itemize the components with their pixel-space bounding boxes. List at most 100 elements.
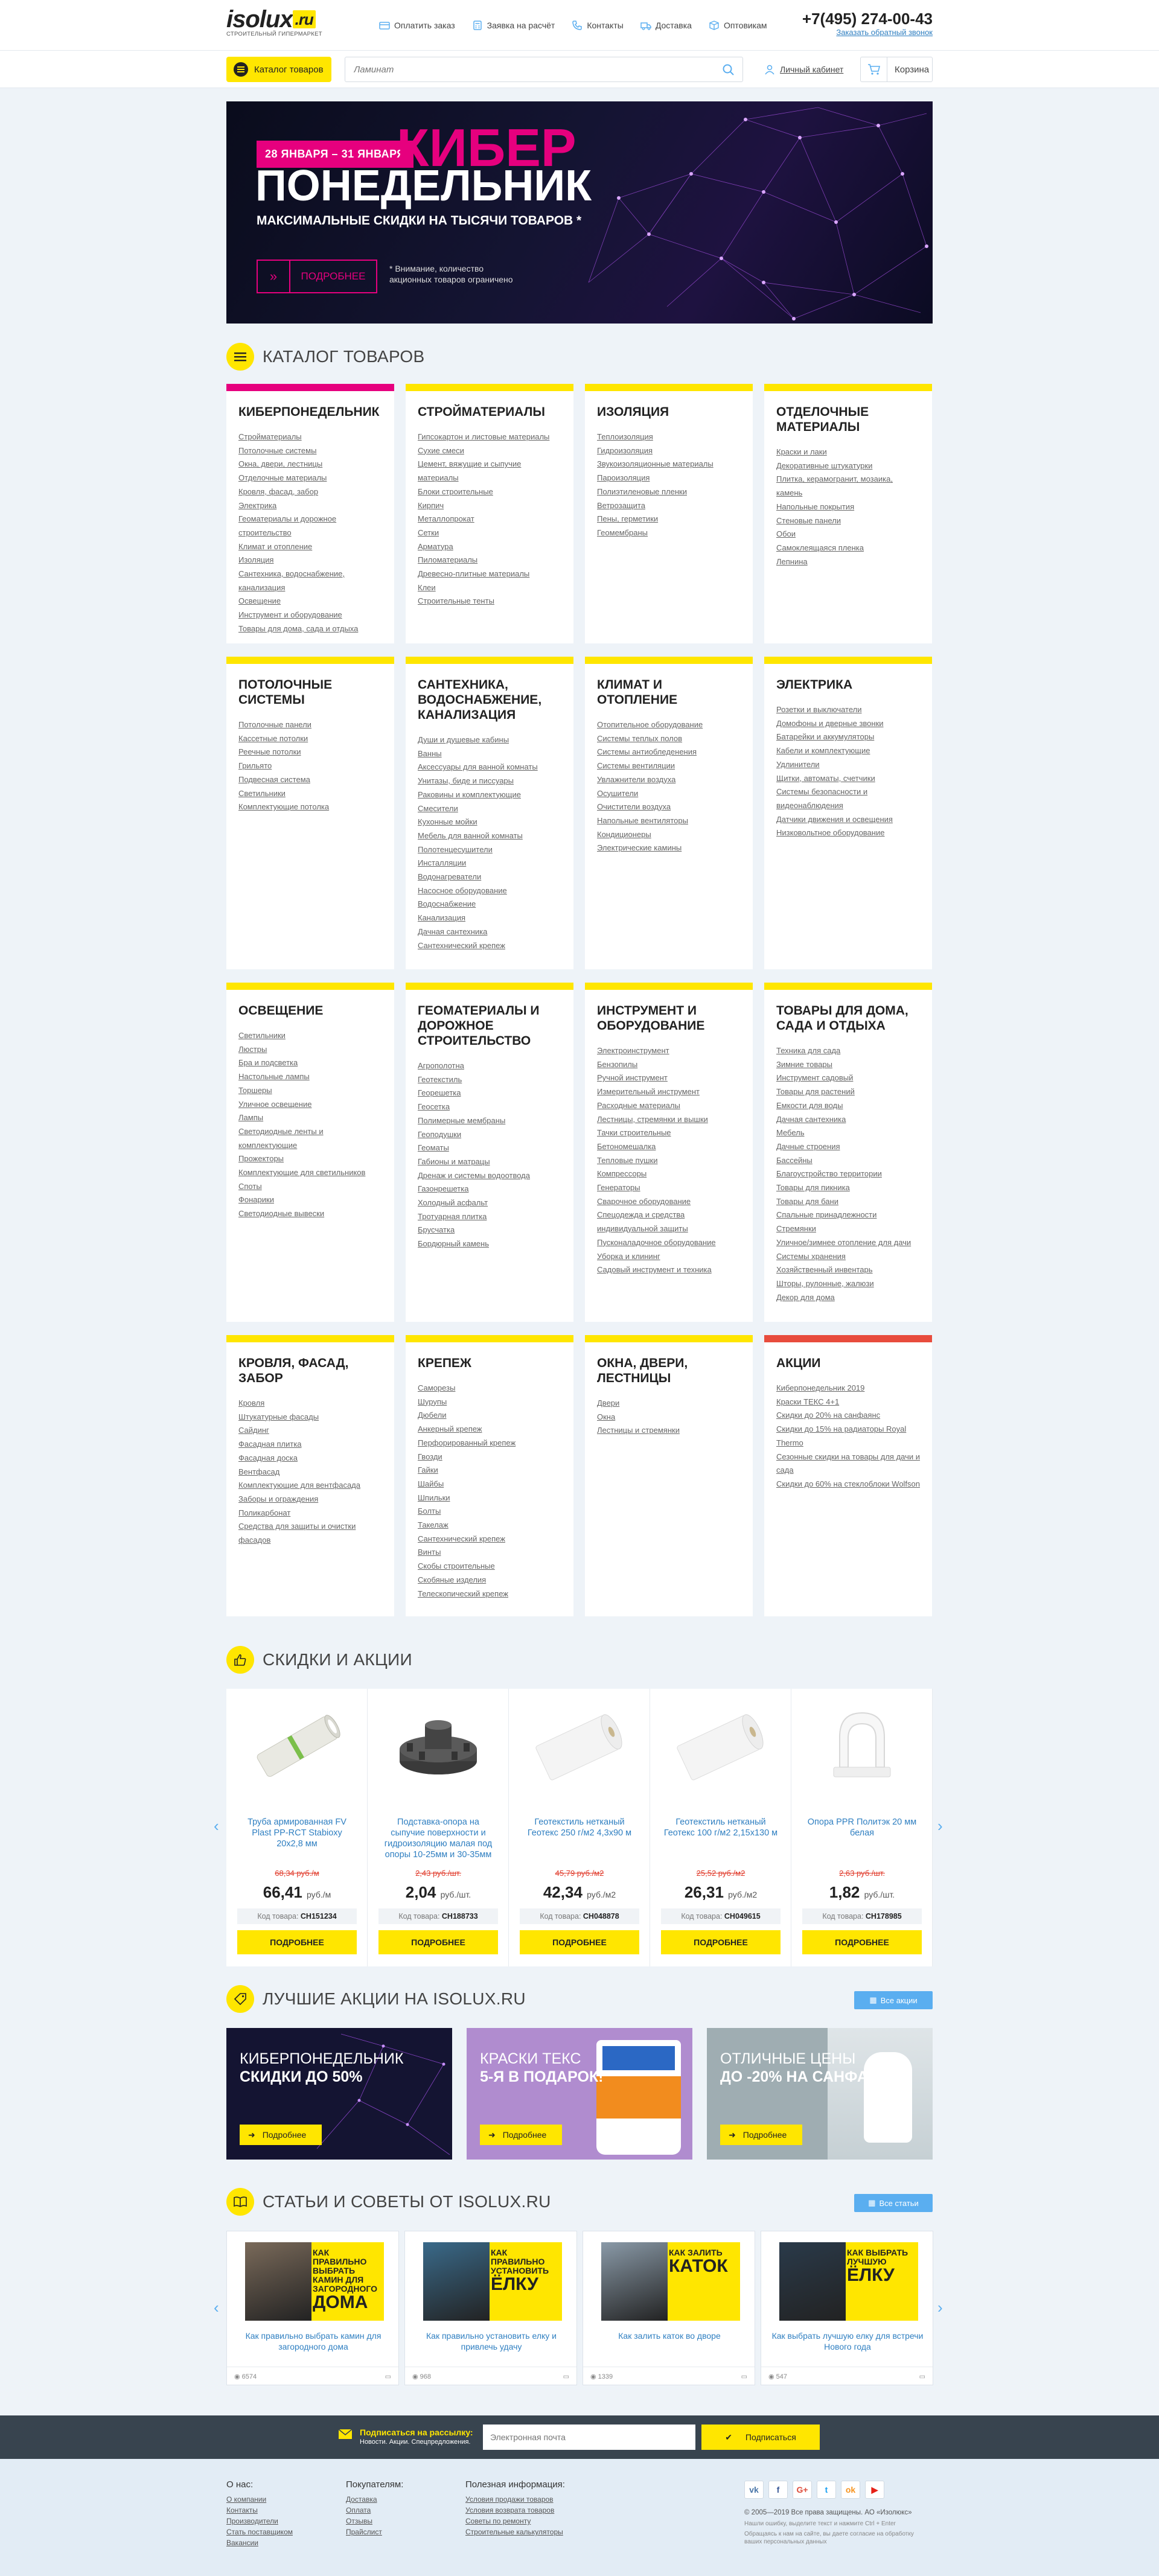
catalog-link[interactable]: Самоклеящаяся пленка xyxy=(776,541,920,555)
product-card[interactable]: Геотекстиль нетканый Геотекс 100 г/м2 2,… xyxy=(650,1689,791,1966)
catalog-link[interactable]: Домофоны и дверные звонки xyxy=(776,717,920,731)
footer-link[interactable]: Оплата xyxy=(346,2505,403,2516)
catalog-link[interactable]: Двери xyxy=(597,1397,741,1411)
catalog-link[interactable]: Уборка и клининг xyxy=(597,1250,741,1264)
catalog-link[interactable]: Насосное оборудование xyxy=(418,884,561,898)
catalog-link[interactable]: Габионы и матрацы xyxy=(418,1155,561,1169)
catalog-link[interactable]: Светодиодные ленты и комплектующие xyxy=(238,1125,382,1152)
search-icon[interactable] xyxy=(722,63,735,77)
catalog-link[interactable]: Аксессуары для ванной комнаты xyxy=(418,760,561,774)
catalog-link[interactable]: Звукоизоляционные материалы xyxy=(597,457,741,471)
promo-card[interactable]: ОТЛИЧНЫЕ ЦЕНЫ ДО -20% НА САНФАЯНС ➜ Подроб… xyxy=(707,2028,933,2160)
catalog-link[interactable]: Тачки строительные xyxy=(597,1126,741,1140)
catalog-link[interactable]: Кабели и комплектующие xyxy=(776,744,920,758)
article-card[interactable]: КАК ПРАВИЛЬНО ВЫБРАТЬ КАМИН ДЛЯ ЗАГОРОДН… xyxy=(226,2231,399,2385)
product-name[interactable]: Геотекстиль нетканый Геотекс 100 г/м2 2,… xyxy=(662,1817,779,1838)
catalog-link[interactable]: Скидки до 60% на стеклоблоки Wolfson xyxy=(776,1478,920,1491)
next-arrow-icon[interactable]: › xyxy=(937,2298,943,2317)
product-name[interactable]: Опора PPR Политэк 20 мм белая xyxy=(803,1817,921,1838)
article-title[interactable]: Как выбрать лучшую елку для встречи Ново… xyxy=(771,2330,924,2352)
odnoklassniki-icon[interactable]: ok xyxy=(841,2481,860,2499)
article-title[interactable]: Как залить каток во дворе xyxy=(593,2330,746,2341)
catalog-link[interactable]: Агрополотна xyxy=(418,1059,561,1073)
catalog-link[interactable]: Емкости для воды xyxy=(776,1099,920,1113)
catalog-link[interactable]: Сезонные скидки на товары для дачи и сад… xyxy=(776,1450,920,1478)
footer-link[interactable]: Стать поставщиком xyxy=(226,2527,293,2537)
catalog-link[interactable]: Люстры xyxy=(238,1043,382,1057)
nav-pay-order[interactable]: Оплатить заказ xyxy=(379,18,455,33)
catalog-link[interactable]: Водоснабжение xyxy=(418,897,561,911)
catalog-link[interactable]: Уличное/зимнее отопление для дачи xyxy=(776,1236,920,1250)
catalog-link[interactable]: Щитки, автоматы, счетчики xyxy=(776,772,920,786)
catalog-link[interactable]: Системы безопасности и видеонаблюдения xyxy=(776,785,920,812)
catalog-link[interactable]: Фасадная плитка xyxy=(238,1438,382,1452)
catalog-link[interactable]: Пены, герметики xyxy=(597,512,741,526)
catalog-link[interactable]: Товары для бани xyxy=(776,1195,920,1209)
catalog-link[interactable]: Шайбы xyxy=(418,1478,561,1491)
article-image[interactable]: КАК ЗАЛИТЬ КАТОК xyxy=(601,2242,740,2321)
site-logo[interactable]: isolux .ru СТРОИТЕЛЬНЫЙ ГИПЕРМАРКЕТ xyxy=(226,6,347,42)
catalog-card-title[interactable]: КРОВЛЯ, ФАСАД, ЗАБОР xyxy=(226,1342,394,1393)
catalog-link[interactable]: Смесители xyxy=(418,802,561,816)
catalog-link[interactable]: Сантехника, водоснабжение, канализация xyxy=(238,567,382,595)
catalog-link[interactable]: Ручной инструмент xyxy=(597,1071,741,1085)
catalog-link[interactable]: Инструмент садовый xyxy=(776,1071,920,1085)
catalog-link[interactable]: Сантехнический крепеж xyxy=(418,1532,561,1546)
catalog-link[interactable]: Блоки строительные xyxy=(418,485,561,499)
product-card[interactable]: Геотекстиль нетканый Геотекс 250 г/м2 4,… xyxy=(509,1689,650,1966)
catalog-link[interactable]: Шурупы xyxy=(418,1395,561,1409)
catalog-link[interactable]: Потолочные системы xyxy=(238,444,382,458)
catalog-link[interactable]: Кровля xyxy=(238,1397,382,1411)
catalog-link[interactable]: Сантехнический крепеж xyxy=(418,939,561,953)
catalog-link[interactable]: Комплектующие для вентфасада xyxy=(238,1479,382,1493)
catalog-link[interactable]: Комплектующие для светильников xyxy=(238,1166,382,1180)
catalog-link[interactable]: Штукатурные фасады xyxy=(238,1411,382,1424)
catalog-link[interactable]: Увлажнители воздуха xyxy=(597,773,741,787)
catalog-card-title[interactable]: ИЗОЛЯЦИЯ xyxy=(585,391,753,427)
catalog-link[interactable]: Кухонные мойки xyxy=(418,815,561,829)
catalog-link[interactable]: Геотекстиль xyxy=(418,1073,561,1087)
catalog-link[interactable]: Кондиционеры xyxy=(597,828,741,842)
catalog-link[interactable]: Георешетка xyxy=(418,1086,561,1100)
catalog-link[interactable]: Расходные материалы xyxy=(597,1099,741,1113)
catalog-link[interactable]: Клеи xyxy=(418,581,561,595)
article-title[interactable]: Как правильно выбрать камин для загородн… xyxy=(237,2330,390,2352)
catalog-link[interactable]: Полиэтиленовые пленки xyxy=(597,485,741,499)
product-name[interactable]: Подставка-опора на сыпучие поверхности и… xyxy=(380,1817,497,1860)
catalog-link[interactable]: Заборы и ограждения xyxy=(238,1493,382,1506)
promo-more-button[interactable]: ➜ Подробнее xyxy=(720,2125,802,2145)
catalog-link[interactable]: Лестницы и стремянки xyxy=(597,1424,741,1438)
all-promos-button[interactable]: ▦ Все акции xyxy=(854,1991,933,2009)
catalog-link[interactable]: Реечные потолки xyxy=(238,745,382,759)
catalog-link[interactable]: Дачная сантехника xyxy=(418,925,561,939)
catalog-link[interactable]: Товары для пикника xyxy=(776,1181,920,1195)
document-icon[interactable]: ▭ xyxy=(741,2373,747,2380)
catalog-link[interactable]: Гвозди xyxy=(418,1450,561,1464)
catalog-link[interactable]: Средства для защиты и очистки фасадов xyxy=(238,1520,382,1547)
catalog-card-title[interactable]: ТОВАРЫ ДЛЯ ДОМА, САДА И ОТДЫХА xyxy=(764,990,932,1041)
promo-more-button[interactable]: ➜ Подробнее xyxy=(480,2125,562,2145)
catalog-link[interactable]: Телескопический крепеж xyxy=(418,1587,561,1601)
catalog-link[interactable]: Пусконаладочное оборудование xyxy=(597,1236,741,1250)
catalog-link[interactable]: Холодный асфальт xyxy=(418,1196,561,1210)
catalog-link[interactable]: Тротуарная плитка xyxy=(418,1210,561,1224)
catalog-link[interactable]: Компрессоры xyxy=(597,1167,741,1181)
footer-link[interactable]: Условия возврата товаров xyxy=(465,2505,565,2516)
catalog-link[interactable]: Геоподушки xyxy=(418,1128,561,1142)
catalog-link[interactable]: Тепловые пушки xyxy=(597,1154,741,1168)
catalog-link[interactable]: Окна xyxy=(597,1411,741,1424)
youtube-icon[interactable]: ▶ xyxy=(865,2481,884,2499)
product-name[interactable]: Труба армированная FV Plast PP-RCT Stabi… xyxy=(238,1817,356,1849)
product-more-button[interactable]: ПОДРОБНЕЕ xyxy=(661,1930,781,1954)
promo-card[interactable]: КИБЕРПОНЕДЕЛЬНИК СКИДКИ ДО 50% ➜ Подробнее xyxy=(226,2028,452,2160)
twitter-icon[interactable]: t xyxy=(817,2481,836,2499)
banner-more-button[interactable]: » ПОДРОБНЕЕ xyxy=(257,260,377,293)
catalog-link[interactable]: Напольные вентиляторы xyxy=(597,814,741,828)
catalog-link[interactable]: Товары для дома, сада и отдыха xyxy=(238,622,382,636)
product-card[interactable]: Труба армированная FV Plast PP-RCT Stabi… xyxy=(226,1689,368,1966)
google-plus-icon[interactable]: G+ xyxy=(793,2481,812,2499)
catalog-link[interactable]: Дачная сантехника xyxy=(776,1113,920,1127)
catalog-link[interactable]: Гайки xyxy=(418,1464,561,1478)
catalog-link[interactable]: Ветрозащита xyxy=(597,499,741,513)
product-name[interactable]: Геотекстиль нетканый Геотекс 250 г/м2 4,… xyxy=(521,1817,638,1838)
